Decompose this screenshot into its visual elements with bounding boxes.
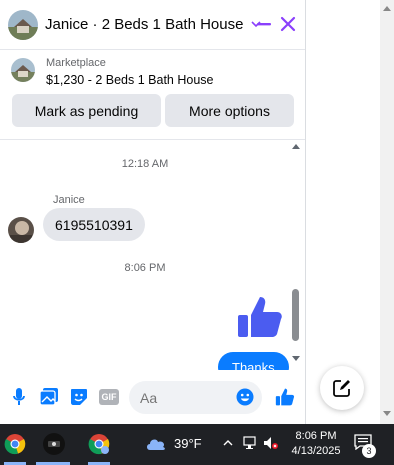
chrome-profile-icon[interactable] — [84, 429, 114, 459]
scroll-down-arrow-icon[interactable] — [292, 356, 300, 361]
thumbs-up-icon[interactable] — [274, 386, 296, 408]
network-icon[interactable] — [243, 436, 259, 455]
temperature: 39°F — [174, 435, 202, 451]
minimize-icon[interactable] — [253, 13, 275, 35]
new-message-button[interactable] — [320, 366, 364, 410]
more-options-button[interactable]: More options — [165, 94, 294, 127]
listing-thumbnail[interactable] — [11, 58, 35, 82]
listing-banner[interactable]: Marketplace $1,230 - 2 Beds 1 Bath House — [0, 50, 305, 94]
media-app-icon[interactable] — [38, 429, 70, 459]
timestamp: 12:18 AM — [121, 158, 169, 170]
chevron-up-icon[interactable] — [222, 436, 234, 454]
incoming-message[interactable]: 6195510391 — [43, 208, 145, 241]
timestamp: 8:06 PM — [124, 262, 166, 274]
clock-date: 4/13/2025 — [291, 445, 341, 457]
notification-count-badge: 3 — [362, 444, 376, 458]
sender-name: Janice — [53, 194, 85, 206]
message-thread[interactable]: 12:18 AM Janice 6195510391 8:06 PM Thank… — [0, 139, 305, 370]
close-icon[interactable] — [277, 13, 299, 35]
chat-window: Janice · 2 Beds 1 Bath House Marketplace… — [0, 0, 306, 424]
outgoing-message[interactable]: Thanks — [218, 352, 289, 370]
conversation-avatar[interactable] — [8, 9, 38, 40]
page-scrollbar[interactable] — [380, 0, 394, 424]
scroll-up-arrow-icon[interactable] — [383, 6, 391, 11]
cloud-icon — [147, 439, 165, 450]
chat-title[interactable]: Janice · 2 Beds 1 Bath House — [45, 16, 243, 33]
emoji-icon[interactable] — [236, 388, 254, 406]
chrome-icon[interactable] — [0, 429, 30, 459]
chat-header[interactable]: Janice · 2 Beds 1 Bath House — [0, 0, 305, 50]
microphone-icon[interactable] — [9, 387, 29, 407]
screen: Janice · 2 Beds 1 Bath House Marketplace… — [0, 0, 394, 465]
scroll-down-arrow-icon[interactable] — [383, 411, 391, 416]
listing-summary[interactable]: $1,230 - 2 Beds 1 Bath House — [46, 73, 213, 87]
taskbar: 39°F 8:06 PM 4/13/2025 3 — [0, 424, 394, 465]
volume-muted-icon[interactable] — [263, 436, 279, 455]
scroll-up-arrow-icon[interactable] — [292, 144, 300, 149]
thumbs-up-icon[interactable] — [236, 293, 284, 341]
composer-bar: GIF — [0, 378, 305, 418]
weather-widget[interactable]: 39°F — [145, 435, 202, 451]
sticker-icon[interactable] — [69, 387, 89, 407]
listing-category: Marketplace — [46, 57, 106, 69]
mark-as-pending-button[interactable]: Mark as pending — [12, 94, 161, 127]
gif-button[interactable]: GIF — [99, 389, 119, 405]
photo-icon[interactable] — [39, 387, 59, 407]
compose-icon — [333, 380, 350, 397]
sender-avatar[interactable] — [8, 217, 34, 243]
clock[interactable]: 8:06 PM 4/13/2025 — [288, 429, 344, 459]
clock-time: 8:06 PM — [295, 430, 337, 442]
thread-scrollbar[interactable] — [289, 139, 303, 370]
scrollbar-thumb[interactable] — [292, 289, 299, 341]
